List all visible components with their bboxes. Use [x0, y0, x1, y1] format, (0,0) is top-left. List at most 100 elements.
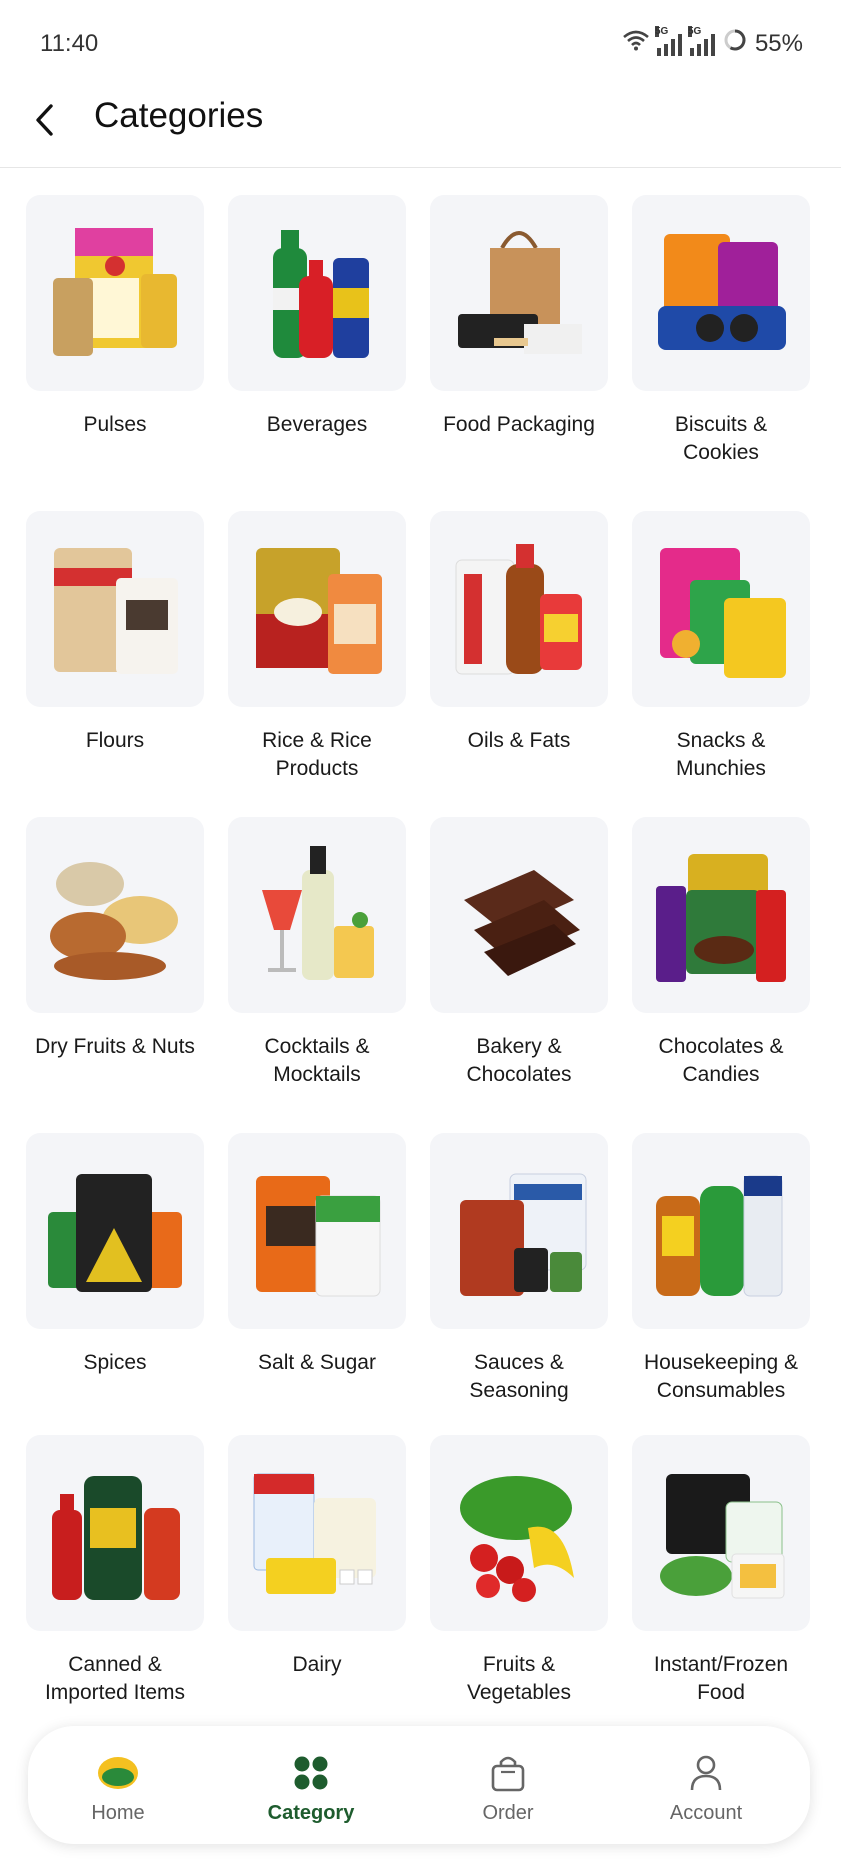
category-label: Chocolates & Candies	[658, 1035, 784, 1086]
category-label: Fruits & Vegetables	[467, 1653, 571, 1704]
category-label: Dairy	[292, 1653, 342, 1676]
user-icon	[685, 1752, 727, 1794]
rice-bags-icon	[256, 548, 382, 674]
category-biscuits-cookies[interactable]: Biscuits & Cookies	[632, 195, 810, 467]
category-salt-sugar[interactable]: Salt & Sugar	[228, 1133, 406, 1377]
category-label: Food Packaging	[443, 413, 595, 436]
category-image	[430, 1133, 608, 1329]
category-image	[228, 195, 406, 391]
category-image	[228, 817, 406, 1013]
category-chocolates[interactable]: Chocolates & Candies	[632, 817, 810, 1089]
oil-bottles-icon	[455, 544, 582, 675]
battery-ring-icon	[723, 28, 747, 59]
biscuit-packets-icon	[658, 234, 786, 350]
sauce-jars-icon	[52, 1476, 180, 1600]
category-image	[26, 195, 204, 391]
chevron-left-icon	[36, 104, 53, 136]
category-label: Cocktails & Mocktails	[264, 1035, 370, 1086]
nav-account[interactable]: Account	[636, 1726, 776, 1844]
page-title: Categories	[94, 96, 264, 135]
chocolate-bars-icon	[656, 854, 786, 982]
category-label: Housekeeping & Consumables	[643, 1351, 799, 1402]
category-oils-fats[interactable]: Oils & Fats	[430, 511, 608, 755]
nav-home-label: Home	[91, 1802, 145, 1824]
category-image	[430, 1435, 608, 1631]
flour-bags-icon	[54, 548, 178, 674]
category-dairy[interactable]: Dairy	[228, 1435, 406, 1679]
category-rice[interactable]: Rice & Rice Products	[228, 511, 406, 783]
category-image	[228, 511, 406, 707]
nav-account-label: Account	[669, 1802, 743, 1824]
bottom-navigation: Home Category Order Account	[28, 1726, 810, 1844]
cleaning-bottles-icon	[656, 1175, 783, 1297]
category-canned[interactable]: Canned & Imported Items	[26, 1435, 204, 1707]
nav-category-label: Category	[267, 1802, 355, 1824]
category-flours[interactable]: Flours	[26, 511, 204, 755]
signal-icon-2: 5G	[687, 25, 715, 56]
category-dry-fruits[interactable]: Dry Fruits & Nuts	[26, 817, 204, 1061]
category-label: Pulses	[83, 413, 147, 436]
category-image	[632, 195, 810, 391]
category-image	[228, 1133, 406, 1329]
category-label: Rice & Rice Products	[262, 729, 372, 780]
category-image	[632, 817, 810, 1013]
chocolate-pieces-icon	[464, 870, 580, 976]
grid-icon	[290, 1752, 332, 1794]
category-cocktails[interactable]: Cocktails & Mocktails	[228, 817, 406, 1089]
category-snacks[interactable]: Snacks & Munchies	[632, 511, 810, 783]
drink-glasses-icon	[262, 846, 374, 980]
category-label: Oils & Fats	[467, 729, 571, 752]
app-header: Categories	[0, 90, 841, 168]
deliver-it-logo-icon	[97, 1752, 139, 1794]
battery-percent: 55%	[754, 29, 803, 57]
soft-drink-bottles-icon	[273, 230, 369, 358]
category-image	[26, 511, 204, 707]
category-image	[26, 1435, 204, 1631]
nav-order[interactable]: Order	[438, 1726, 578, 1844]
category-image	[26, 1133, 204, 1329]
shopping-bag-icon	[487, 1752, 529, 1794]
category-bakery[interactable]: Bakery & Chocolates	[430, 817, 608, 1089]
salt-sugar-packs-icon	[256, 1176, 381, 1297]
category-label: Dry Fruits & Nuts	[35, 1035, 195, 1058]
sauce-packets-icon	[460, 1173, 587, 1296]
status-time: 11:40	[40, 30, 99, 57]
category-image	[26, 817, 204, 1013]
fruit-basket-icon	[460, 1476, 574, 1602]
paper-bag-and-containers-icon	[458, 231, 582, 354]
network-type-2: 5G	[687, 25, 702, 37]
category-food-packaging[interactable]: Food Packaging	[430, 195, 608, 439]
category-label: Canned & Imported Items	[44, 1653, 186, 1704]
category-image	[430, 511, 608, 707]
category-label: Flours	[85, 729, 145, 752]
category-spices[interactable]: Spices	[26, 1133, 204, 1377]
category-image	[632, 511, 810, 707]
nut-bowls-icon	[50, 862, 178, 980]
category-label: Biscuits & Cookies	[674, 413, 768, 464]
status-icons: 5G 5G 55%	[623, 25, 803, 59]
category-beverages[interactable]: Beverages	[228, 195, 406, 439]
category-sauces[interactable]: Sauces & Seasoning	[430, 1133, 608, 1405]
back-button[interactable]	[24, 100, 64, 140]
pulses-packets-icon	[53, 228, 177, 356]
spice-packets-icon	[48, 1174, 182, 1292]
category-image	[632, 1435, 810, 1631]
nav-category[interactable]: Category	[241, 1726, 381, 1844]
category-instant-frozen[interactable]: Instant/Frozen Food	[632, 1435, 810, 1707]
category-label: Spices	[83, 1351, 147, 1374]
dairy-packs-icon	[253, 1473, 376, 1594]
category-label: Sauces & Seasoning	[469, 1351, 569, 1402]
category-label: Beverages	[266, 413, 368, 436]
nav-home[interactable]: Home	[48, 1726, 188, 1844]
category-image	[228, 1435, 406, 1631]
category-label: Bakery & Chocolates	[466, 1035, 572, 1086]
frozen-food-packs-icon	[660, 1474, 785, 1599]
category-housekeeping[interactable]: Housekeeping & Consumables	[632, 1133, 810, 1405]
network-type-1: 5G	[654, 25, 669, 37]
category-pulses[interactable]: Pulses	[26, 195, 204, 439]
category-label: Instant/Frozen Food	[653, 1653, 789, 1704]
category-fruits-vegetables[interactable]: Fruits & Vegetables	[430, 1435, 608, 1707]
status-bar: 11:40 5G 5G 55%	[0, 0, 841, 90]
category-image	[632, 1133, 810, 1329]
snack-packets-icon	[660, 548, 786, 678]
